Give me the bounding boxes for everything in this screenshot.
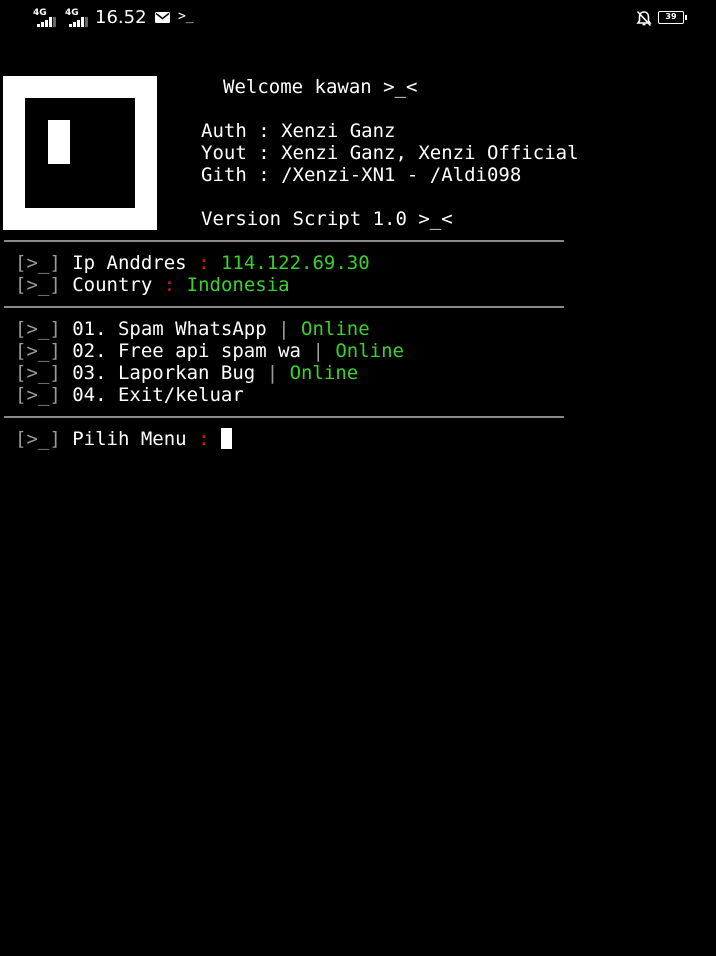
mail-icon xyxy=(155,12,170,23)
menu-item-label: 03. Laporkan Bug xyxy=(72,362,256,384)
menu-item-label: 04. Exit/keluar xyxy=(72,384,244,406)
prompt-marker: [>_] xyxy=(15,428,61,450)
ascii-logo xyxy=(3,76,157,230)
menu-item-exit[interactable]: [>_] 04. Exit/keluar xyxy=(15,384,244,406)
divider xyxy=(4,306,564,308)
status-bar: 4G 4G 16.52 >_ 39 xyxy=(0,0,716,38)
prompt-marker: [>_] xyxy=(15,274,61,296)
version-text: Version Script 1.0 >_< xyxy=(201,208,453,230)
divider xyxy=(4,416,564,418)
prompt-marker: [>_] xyxy=(15,252,61,274)
github-line: Gith : /Xenzi-XN1 - /Aldi098 xyxy=(201,164,522,186)
author-line: Auth : Xenzi Ganz xyxy=(201,120,396,142)
menu-item-label: 02. Free api spam wa xyxy=(72,340,301,362)
menu-item-label: 01. Spam WhatsApp xyxy=(72,318,267,340)
ip-value: 114.122.69.30 xyxy=(220,252,370,274)
prompt-marker: [>_] xyxy=(15,384,61,406)
ip-line: [>_] Ip Anddres : 114.122.69.30 xyxy=(15,252,370,274)
country-value: Indonesia xyxy=(186,274,290,296)
battery-icon: 39 xyxy=(658,11,687,24)
auth-value: Xenzi Ganz xyxy=(281,120,396,142)
menu-input-line[interactable]: [>_] Pilih Menu : xyxy=(15,428,232,450)
gith-value: /Xenzi-XN1 - /Aldi098 xyxy=(281,164,522,186)
yout-label: Yout xyxy=(201,142,247,164)
battery-level: 39 xyxy=(665,12,677,21)
terminal-icon: >_ xyxy=(178,9,194,24)
bell-off-icon xyxy=(636,10,652,27)
status-online: Online xyxy=(301,318,370,340)
country-line: [>_] Country : Indonesia xyxy=(15,274,290,296)
prompt-marker: [>_] xyxy=(15,362,61,384)
input-label: Pilih Menu xyxy=(72,428,187,450)
gith-label: Gith xyxy=(201,164,247,186)
clock: 16.52 xyxy=(95,7,147,28)
youtube-line: Yout : Xenzi Ganz, Xenzi Official xyxy=(201,142,579,164)
status-online: Online xyxy=(335,340,404,362)
yout-value: Xenzi Ganz, Xenzi Official xyxy=(281,142,579,164)
prompt-marker: [>_] xyxy=(15,340,61,362)
divider xyxy=(4,240,564,242)
menu-item-free-api[interactable]: [>_] 02. Free api spam wa | Online xyxy=(15,340,404,362)
text-cursor[interactable] xyxy=(220,428,232,449)
menu-item-report-bug[interactable]: [>_] 03. Laporkan Bug | Online xyxy=(15,362,358,384)
prompt-marker: [>_] xyxy=(15,318,61,340)
welcome-text: Welcome kawan >_< xyxy=(223,76,418,98)
auth-label: Auth xyxy=(201,120,247,142)
menu-item-spam-whatsapp[interactable]: [>_] 01. Spam WhatsApp | Online xyxy=(15,318,370,340)
country-label: Country xyxy=(72,274,153,296)
status-online: Online xyxy=(289,362,359,384)
ip-label: Ip Anddres xyxy=(72,252,187,274)
